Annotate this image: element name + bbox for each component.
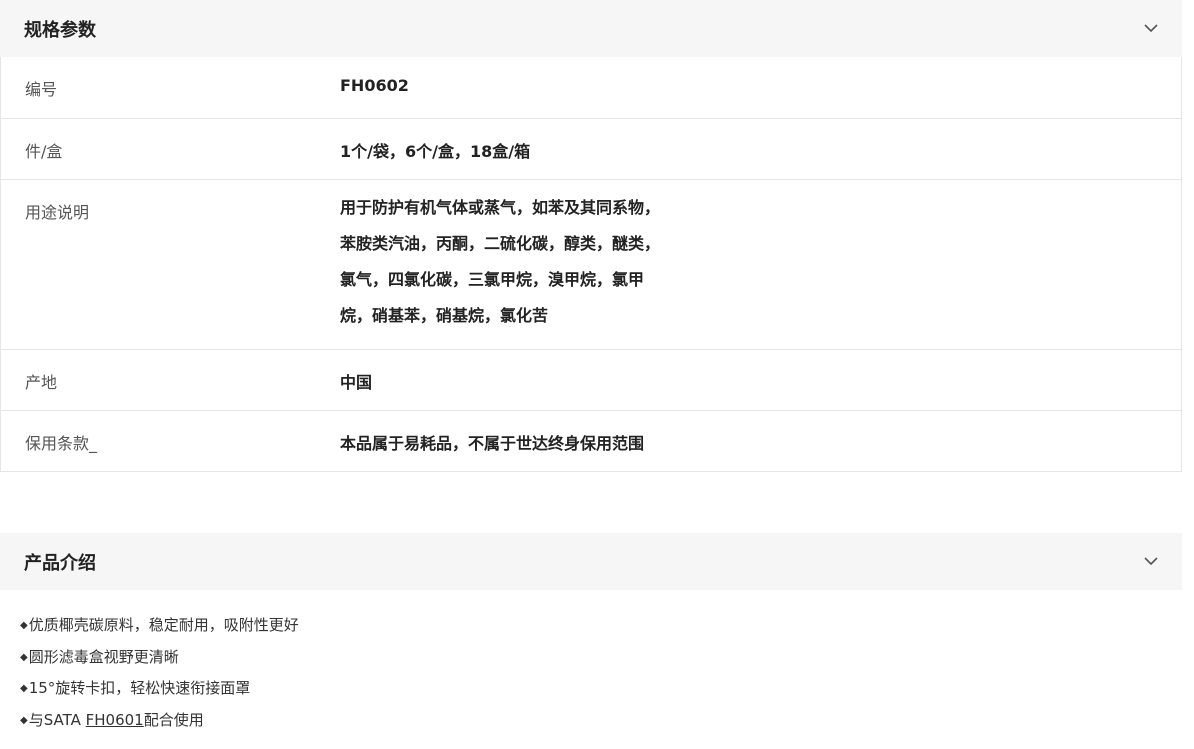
intro-item: ◆与SATA FH0601配合使用 (20, 705, 1182, 737)
intro-item: ◆圆形滤毒盒视野更清晰 (20, 642, 1182, 674)
intro-item-text: 配合使用 (143, 710, 204, 729)
product-detail-page: 规格参数 编号 FH0602 件/盒 1个/袋，6个/盒，18盒/箱 用途说明 … (0, 0, 1182, 736)
spec-label: 产地 (25, 373, 58, 392)
usage-line: 氯气，四氯化碳，三氯甲烷，溴甲烷，氯甲 (340, 270, 645, 289)
diamond-bullet-icon: ◆ (20, 620, 28, 631)
specs-section-header[interactable]: 规格参数 (0, 0, 1182, 57)
spec-label: 用途说明 (25, 203, 90, 222)
product-link-fh0601[interactable]: FH0601 (86, 711, 144, 729)
usage-lines: 用于防护有机气体或蒸气，如苯及其同系物， 苯胺类汽油，丙酮，二硫化碳，醇类，醚类… (340, 190, 1181, 334)
intro-item-text: 优质椰壳碳原料，稳定耐用，吸附性更好 (28, 616, 299, 634)
spec-value: FH0602 (340, 76, 409, 95)
intro-item-text: 圆形滤毒盒视野更清晰 (28, 647, 179, 666)
spec-value: 中国 (340, 373, 373, 392)
diamond-bullet-icon: ◆ (20, 651, 28, 663)
intro-section-title: 产品介绍 (24, 552, 96, 574)
spec-label: 保用条款_ (25, 434, 98, 453)
intro-body: ◆优质椰壳碳原料，稳定耐用，吸附性更好 ◆圆形滤毒盒视野更清晰 ◆15°旋转卡扣… (0, 590, 1182, 736)
spec-row-warranty: 保用条款_ 本品属于易耗品，不属于世达终身保用范围 (1, 410, 1181, 471)
intro-item-text: 与SATA (28, 710, 86, 729)
usage-line: 烷，硝基苯，硝基烷，氯化苦 (340, 306, 549, 325)
spec-row-origin: 产地 中国 (1, 349, 1181, 410)
intro-item: ◆15°旋转卡扣，轻松快速衔接面罩 (20, 673, 1182, 705)
spec-row-packaging: 件/盒 1个/袋，6个/盒，18盒/箱 (1, 118, 1181, 179)
spec-value: 1个/袋，6个/盒，18盒/箱 (340, 142, 531, 161)
intro-item-text: 15°旋转卡扣，轻松快速衔接面罩 (28, 679, 251, 697)
spec-value: 本品属于易耗品，不属于世达终身保用范围 (340, 434, 645, 453)
spec-value: 用于防护有机气体或蒸气，如苯及其同系物， 苯胺类汽油，丙酮，二硫化碳，醇类，醚类… (340, 180, 1181, 349)
specs-section-title: 规格参数 (24, 19, 96, 41)
spec-label: 件/盒 (25, 142, 63, 161)
spec-row-code: 编号 FH0602 (1, 57, 1181, 118)
usage-line: 用于防护有机气体或蒸气，如苯及其同系物， (340, 198, 661, 217)
intro-section-header[interactable]: 产品介绍 (0, 533, 1182, 590)
chevron-down-icon[interactable] (1144, 555, 1158, 569)
diamond-bullet-icon: ◆ (20, 714, 28, 726)
diamond-bullet-icon: ◆ (20, 683, 28, 694)
usage-line: 苯胺类汽油，丙酮，二硫化碳，醇类，醚类， (340, 234, 661, 253)
spec-label: 编号 (25, 80, 58, 99)
chevron-down-icon[interactable] (1144, 22, 1158, 36)
specs-table: 编号 FH0602 件/盒 1个/袋，6个/盒，18盒/箱 用途说明 用于防护有… (0, 57, 1182, 472)
spec-row-usage: 用途说明 用于防护有机气体或蒸气，如苯及其同系物， 苯胺类汽油，丙酮，二硫化碳，… (1, 179, 1181, 349)
intro-item: ◆优质椰壳碳原料，稳定耐用，吸附性更好 (20, 610, 1182, 642)
